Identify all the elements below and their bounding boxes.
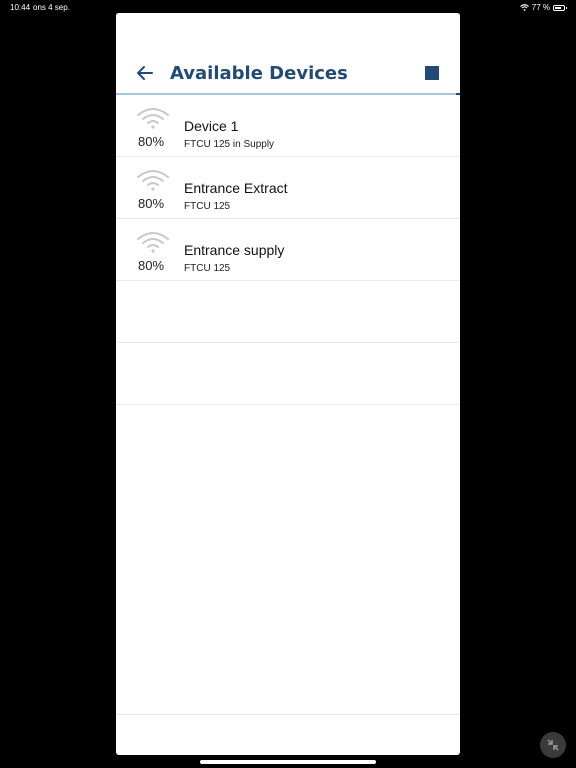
status-right: 77 %	[519, 3, 567, 12]
wifi-icon	[519, 4, 529, 11]
status-time: 10:44	[10, 3, 31, 12]
battery-icon	[553, 4, 567, 11]
wifi-signal-icon	[137, 170, 169, 191]
empty-row	[116, 281, 460, 343]
status-date: ons 4 sep.	[33, 3, 70, 12]
device-list: 80% Device 1 FTCU 125 in Supply 80% Entr…	[116, 95, 460, 405]
header: Available Devices	[116, 13, 460, 95]
signal-strength: 80%	[138, 258, 165, 273]
back-button[interactable]	[135, 63, 155, 83]
device-row[interactable]: 80% Device 1 FTCU 125 in Supply	[116, 95, 460, 157]
device-name: Entrance Extract	[184, 180, 288, 196]
device-model: FTCU 125 in Supply	[184, 139, 275, 150]
signal-strength: 80%	[138, 134, 165, 149]
wifi-signal-icon	[137, 108, 169, 129]
home-indicator[interactable]	[200, 760, 376, 764]
signal-strength: 80%	[138, 196, 165, 211]
arrow-left-icon	[137, 66, 153, 80]
devices-modal: Available Devices 80% Device 1 FTCU 125 …	[116, 13, 460, 755]
device-name: Entrance supply	[184, 242, 285, 258]
battery-percent: 77 %	[531, 3, 550, 12]
device-model: FTCU 125	[184, 263, 231, 274]
list-bottom-divider	[116, 714, 460, 715]
device-row[interactable]: 80% Entrance supply FTCU 125	[116, 219, 460, 281]
empty-row	[116, 343, 460, 405]
device-row[interactable]: 80% Entrance Extract FTCU 125	[116, 157, 460, 219]
stop-scan-button[interactable]	[425, 66, 439, 80]
device-name: Device 1	[184, 118, 239, 134]
wifi-signal-icon	[137, 232, 169, 253]
status-bar: 10:44 ons 4 sep. 77 %	[0, 0, 576, 14]
device-model: FTCU 125	[184, 201, 231, 212]
resize-button[interactable]	[540, 732, 566, 758]
battery-fill	[555, 6, 561, 9]
page-title: Available Devices	[170, 63, 348, 84]
collapse-arrows-icon	[547, 739, 559, 751]
